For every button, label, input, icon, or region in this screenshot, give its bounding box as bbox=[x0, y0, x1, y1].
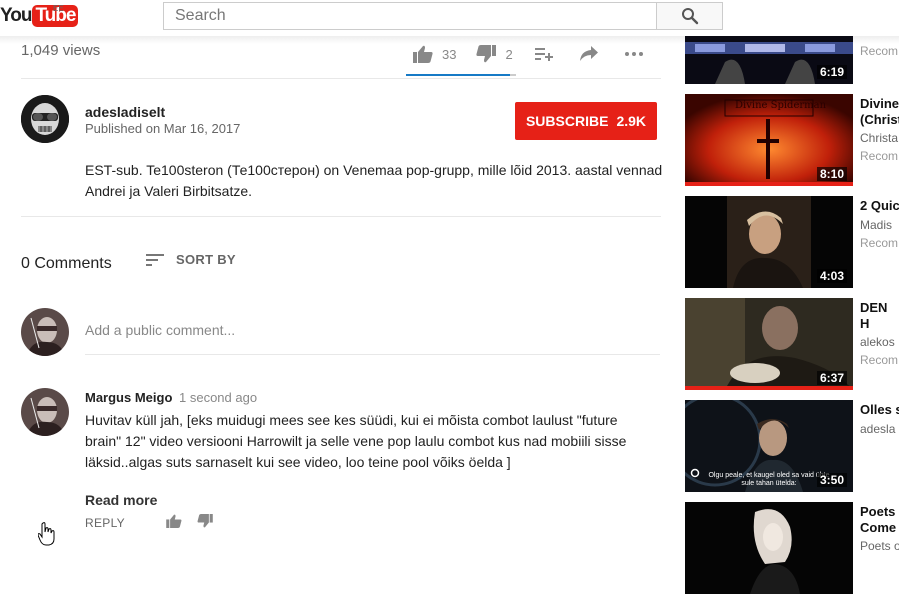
video-meta: Recom bbox=[860, 236, 899, 250]
subscribe-label: SUBSCRIBE bbox=[525, 113, 609, 129]
recommended-video[interactable]: Olgu peale, et kaugel oled sa vaid ühte … bbox=[685, 400, 899, 492]
comment-timestamp[interactable]: 1 second ago bbox=[179, 390, 257, 405]
thumbnail-band-logo: Divine Spiderman bbox=[735, 100, 827, 111]
comment-input-underline bbox=[85, 354, 660, 355]
video-channel[interactable]: alekos bbox=[860, 335, 899, 349]
watched-progress-bar bbox=[685, 182, 853, 186]
watched-progress-bar bbox=[685, 386, 853, 390]
thumbnail-image bbox=[685, 502, 853, 594]
video-thumbnail[interactable]: Divine Spiderman 8:10 bbox=[685, 94, 853, 186]
divider bbox=[21, 78, 661, 79]
read-more-link[interactable]: Read more bbox=[85, 492, 157, 508]
comment-like-button[interactable] bbox=[166, 514, 182, 533]
dislike-button[interactable]: 2 bbox=[476, 45, 513, 63]
comment-author-photo bbox=[21, 388, 69, 436]
recommended-video[interactable]: 4:03 2 Quic Madis Recom bbox=[685, 196, 899, 288]
country-code: EE bbox=[53, 4, 64, 13]
video-meta: Recom bbox=[860, 44, 899, 58]
video-thumbnail[interactable]: 6:37 bbox=[685, 298, 853, 390]
like-ratio-bar bbox=[406, 74, 510, 76]
video-duration: 6:37 bbox=[816, 371, 847, 385]
thumbs-up-icon bbox=[166, 514, 182, 528]
comment-author-avatar[interactable] bbox=[21, 388, 69, 436]
subscriber-count: 2.9K bbox=[616, 113, 647, 129]
video-duration: 8:10 bbox=[816, 167, 847, 181]
user-avatar bbox=[21, 308, 69, 356]
video-duration: 6:19 bbox=[816, 65, 847, 79]
comment-dislike-button[interactable] bbox=[197, 514, 213, 533]
video-channel[interactable]: Poets o bbox=[860, 539, 899, 553]
share-button[interactable] bbox=[579, 46, 598, 62]
skull-avatar-image bbox=[21, 95, 69, 143]
hand-pointer-cursor-icon bbox=[37, 522, 56, 551]
more-horizontal-icon bbox=[624, 52, 643, 56]
like-button[interactable]: 33 bbox=[413, 45, 456, 63]
video-meta: Recom bbox=[860, 353, 899, 367]
video-meta: Recom bbox=[860, 149, 899, 163]
reply-button[interactable]: REPLY bbox=[85, 516, 125, 530]
gear-icon bbox=[690, 468, 700, 478]
video-title[interactable]: Divine (Christ bbox=[860, 96, 899, 128]
video-title[interactable]: Poets Come bbox=[860, 504, 899, 536]
video-channel[interactable]: adesla bbox=[860, 422, 899, 436]
like-count: 33 bbox=[442, 46, 457, 62]
video-title[interactable]: 2 Quic bbox=[860, 198, 899, 214]
video-actions: 33 2 bbox=[413, 42, 644, 66]
video-duration: 3:50 bbox=[816, 473, 847, 487]
video-description: EST-sub. Te100steron (Те100стерон) on Ve… bbox=[85, 162, 663, 199]
video-channel[interactable]: Christa bbox=[860, 131, 899, 145]
video-thumbnail[interactable]: Olgu peale, et kaugel oled sa vaid ühte … bbox=[685, 400, 853, 492]
thumbs-up-icon bbox=[413, 45, 433, 63]
thumbnail-subtitle: Olgu peale, et kaugel oled sa vaid ühte … bbox=[708, 472, 830, 487]
add-to-button[interactable] bbox=[534, 46, 553, 62]
video-duration: 4:03 bbox=[816, 269, 847, 283]
add-comment-input[interactable]: Add a public comment... bbox=[85, 322, 660, 338]
search-input[interactable] bbox=[163, 2, 657, 30]
recommended-video[interactable]: 6:37 DEN H (Long alekos Recom bbox=[685, 298, 899, 390]
video-channel[interactable]: Madis bbox=[860, 218, 899, 232]
channel-name[interactable]: adesladiselt bbox=[85, 104, 165, 120]
logo-you-text: You bbox=[0, 5, 33, 26]
youtube-logo[interactable]: You Tube EE bbox=[0, 4, 79, 27]
search-icon bbox=[681, 8, 698, 25]
user-photo bbox=[21, 308, 69, 356]
subscribe-button[interactable]: SUBSCRIBE 2.9K bbox=[515, 102, 657, 140]
more-actions-button[interactable] bbox=[624, 51, 644, 57]
sort-by-label: SORT BY bbox=[176, 252, 236, 267]
thumbs-down-icon bbox=[476, 45, 497, 63]
video-title[interactable]: DEN H (Long bbox=[860, 300, 899, 332]
dislike-ratio-bar bbox=[510, 74, 516, 76]
recommended-video[interactable]: Divine Spiderman 8:10 Divine (Christ Chr… bbox=[685, 94, 899, 186]
comment-author[interactable]: Margus Meigo bbox=[85, 390, 172, 405]
sort-icon bbox=[146, 253, 164, 266]
thumbs-down-icon bbox=[197, 514, 213, 528]
search-button[interactable] bbox=[657, 2, 723, 30]
video-thumbnail[interactable]: 4:03 bbox=[685, 196, 853, 288]
published-date: Published on Mar 16, 2017 bbox=[85, 121, 241, 136]
add-to-playlist-icon bbox=[534, 48, 553, 61]
view-count: 1,049 views bbox=[21, 42, 101, 59]
video-thumbnail[interactable] bbox=[685, 502, 853, 594]
dislike-count: 2 bbox=[505, 46, 513, 62]
recommended-video[interactable]: Poets Come Poets o bbox=[685, 502, 899, 594]
channel-avatar[interactable] bbox=[21, 95, 69, 143]
masthead: You Tube EE bbox=[0, 0, 899, 36]
divider bbox=[21, 216, 661, 217]
video-title[interactable]: Olles s bbox=[860, 402, 899, 418]
comments-count: 0 Comments bbox=[21, 255, 112, 272]
comment-text: Huvitav küll jah, [eks muidugi mees see … bbox=[85, 412, 627, 470]
sort-by-button[interactable]: SORT BY bbox=[146, 252, 236, 267]
share-icon bbox=[579, 46, 598, 61]
